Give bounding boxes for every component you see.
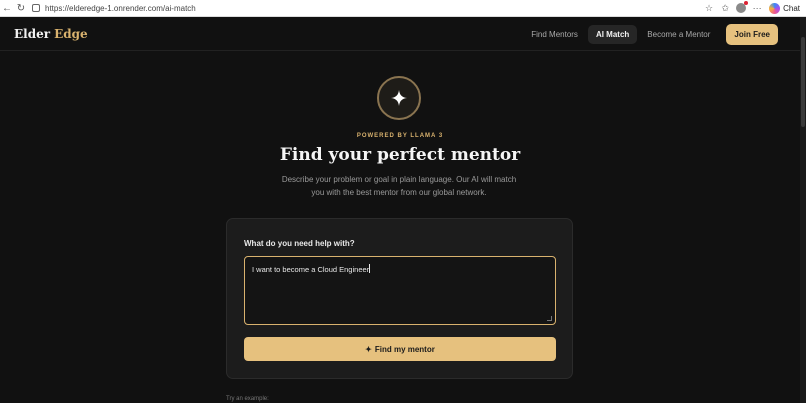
scrollbar[interactable] xyxy=(800,17,806,403)
help-textarea[interactable]: I want to become a Cloud Engineer xyxy=(244,256,556,325)
match-form-card: What do you need help with? I want to be… xyxy=(226,218,573,379)
resize-handle-icon[interactable] xyxy=(547,316,552,321)
help-textarea-value: I want to become a Cloud Engineer xyxy=(252,265,370,274)
scrollbar-thumb[interactable] xyxy=(801,37,805,127)
url-text: https://elderedge-1.onrender.com/ai-matc… xyxy=(45,3,196,13)
help-label: What do you need help with? xyxy=(244,239,355,248)
more-options-icon[interactable]: ··· xyxy=(749,1,765,15)
refresh-icon[interactable]: ↻ xyxy=(14,1,28,15)
main-nav: Find Mentors AI Match Become a Mentor Jo… xyxy=(521,24,778,45)
logo-primary: Elder xyxy=(14,27,51,41)
sparkle-icon xyxy=(377,76,421,120)
nav-become-mentor[interactable]: Become a Mentor xyxy=(639,25,718,44)
join-free-button[interactable]: Join Free xyxy=(726,24,778,45)
avatar xyxy=(736,1,749,13)
nav-ai-match[interactable]: AI Match xyxy=(587,25,638,44)
logo-accent: Edge xyxy=(54,27,88,41)
page-title: Find your perfect mentor xyxy=(279,145,521,165)
page-subtitle: Describe your problem or goal in plain l… xyxy=(281,175,517,197)
try-example-label: Try an example: xyxy=(226,396,269,402)
text-caret xyxy=(369,264,371,273)
back-icon[interactable]: ← xyxy=(0,1,14,15)
chat-label: Chat xyxy=(783,3,800,13)
find-mentor-label: Find my mentor xyxy=(374,344,435,354)
favorite-star-icon[interactable]: ☆ xyxy=(701,1,717,15)
sparkle-small-icon: ✦ xyxy=(365,344,372,354)
favorites-icon[interactable]: ✩ xyxy=(717,1,733,15)
powered-by-label: POWERED BY LLAMA 3 xyxy=(356,133,444,139)
address-bar[interactable]: https://elderedge-1.onrender.com/ai-matc… xyxy=(32,2,196,15)
copilot-chat-button[interactable]: Chat xyxy=(769,2,800,14)
site-header: Elder Edge Find Mentors AI Match Become a… xyxy=(0,18,800,51)
profile-icon[interactable] xyxy=(733,1,749,15)
site-logo[interactable]: Elder Edge xyxy=(14,27,88,41)
find-mentor-button[interactable]: ✦ Find my mentor xyxy=(244,337,556,361)
lock-icon xyxy=(32,4,40,12)
browser-toolbar: ← ↻ https://elderedge-1.onrender.com/ai-… xyxy=(0,0,806,17)
nav-find-mentors[interactable]: Find Mentors xyxy=(523,25,586,44)
copilot-icon xyxy=(769,2,781,14)
